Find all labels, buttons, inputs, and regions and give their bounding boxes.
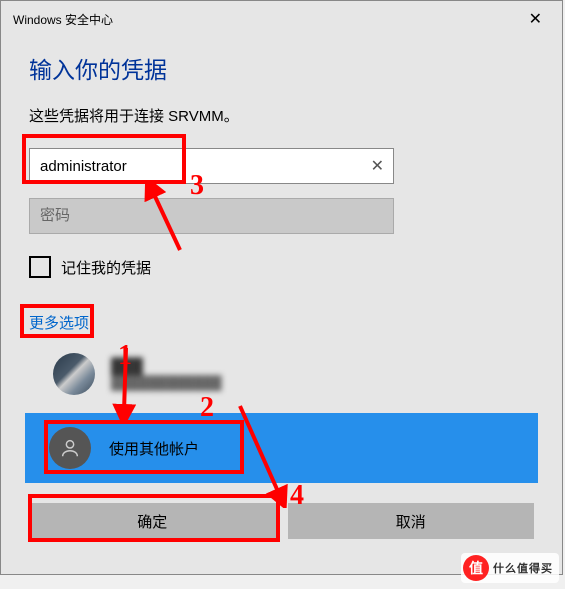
ok-button[interactable]: 确定 [29, 503, 276, 539]
account-name: ███ [111, 358, 534, 375]
annotation-num-1: 1 [118, 340, 132, 372]
use-other-account[interactable]: 使用其他帐户 [25, 413, 538, 483]
dialog-content: 输入你的凭据 这些凭据将用于连接 SRVMM。 ✕ 密码 记住我的凭据 更多选项… [1, 35, 562, 559]
button-row: 确定 取消 [29, 503, 534, 539]
watermark-logo: 值 [463, 555, 489, 581]
remember-checkbox[interactable] [29, 256, 51, 278]
dialog-heading: 输入你的凭据 [29, 51, 534, 85]
titlebar: Windows 安全中心 ✕ [1, 1, 562, 35]
watermark-text: 什么值得买 [493, 560, 553, 576]
window-title: Windows 安全中心 [13, 11, 113, 28]
remember-label: 记住我的凭据 [61, 257, 151, 278]
username-row: ✕ [29, 148, 534, 184]
account-info: ███ ████████████ [111, 358, 534, 390]
more-options-link[interactable]: 更多选项 [29, 312, 89, 333]
annotation-num-2: 2 [200, 392, 214, 424]
credentials-dialog: Windows 安全中心 ✕ 输入你的凭据 这些凭据将用于连接 SRVMM。 ✕… [0, 0, 563, 575]
password-input[interactable]: 密码 [29, 198, 394, 234]
watermark: 值 什么值得买 [461, 553, 559, 583]
saved-account-row[interactable]: ███ ████████████ [29, 353, 534, 395]
remember-row: 记住我的凭据 [29, 256, 534, 278]
annotation-num-4: 4 [290, 480, 304, 512]
person-icon [49, 427, 91, 469]
account-email: ████████████ [111, 375, 534, 390]
username-input[interactable] [29, 148, 394, 184]
annotation-num-3: 3 [190, 170, 204, 202]
other-account-label: 使用其他帐户 [109, 438, 199, 459]
clear-icon[interactable]: ✕ [371, 156, 384, 176]
dialog-subtitle: 这些凭据将用于连接 SRVMM。 [29, 105, 534, 126]
cancel-button[interactable]: 取消 [288, 503, 535, 539]
close-icon[interactable]: ✕ [521, 7, 550, 31]
avatar [53, 353, 95, 395]
